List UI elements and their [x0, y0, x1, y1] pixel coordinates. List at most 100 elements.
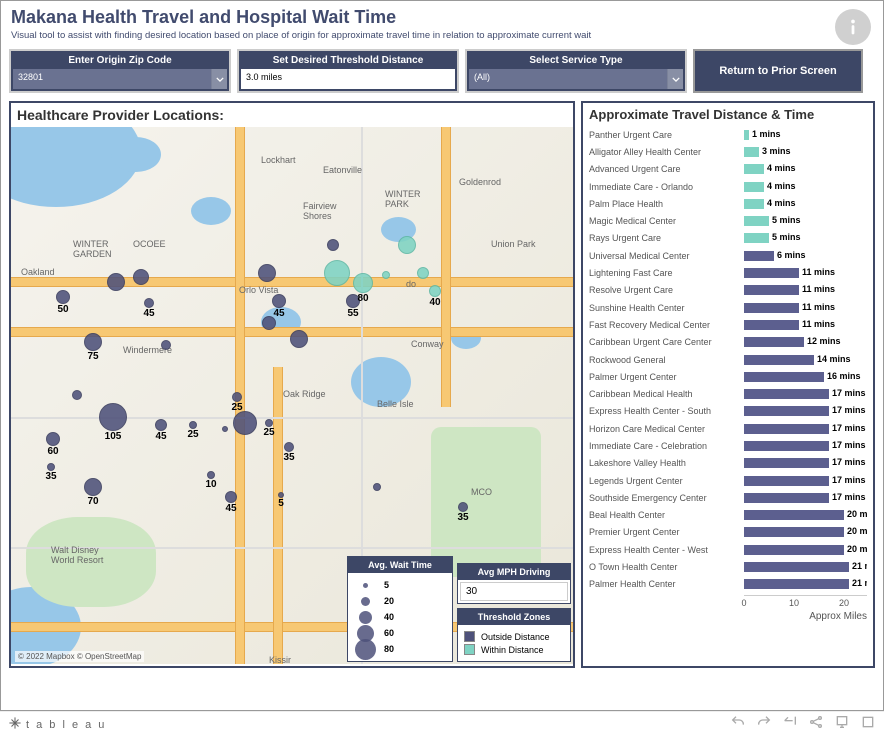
map-bubble[interactable] [155, 419, 167, 431]
bar-row[interactable]: Caribbean Urgent Care Center12 mins [589, 334, 867, 351]
map-bubble[interactable] [144, 298, 154, 308]
map-bubble[interactable] [84, 333, 102, 351]
map-bubble[interactable] [258, 264, 276, 282]
fullscreen-icon[interactable] [860, 714, 876, 735]
map-bubble[interactable] [262, 316, 276, 330]
zone-within-label: Within Distance [481, 645, 544, 655]
map-bubble[interactable] [56, 290, 70, 304]
bar-row[interactable]: O Town Health Center21 mins [589, 558, 867, 575]
map-bubble[interactable] [189, 421, 197, 429]
map-bubble[interactable] [222, 426, 228, 432]
bar-fill [744, 251, 774, 261]
map-bubble[interactable] [353, 273, 373, 293]
bar-row[interactable]: Beal Health Center20 mins [589, 507, 867, 524]
service-dropdown[interactable]: (All) [469, 69, 683, 89]
bar-row[interactable]: Alligator Alley Health Center3 mins [589, 143, 867, 160]
map-bubble[interactable] [327, 239, 339, 251]
bar-row[interactable]: Rays Urgent Care5 mins [589, 230, 867, 247]
undo-icon[interactable] [730, 714, 746, 735]
bar-row[interactable]: Resolve Urgent Care11 mins [589, 282, 867, 299]
bar-row[interactable]: Palm Place Health 4 mins [589, 195, 867, 212]
bar-row[interactable]: Palmer Urgent Center16 mins [589, 368, 867, 385]
bar-row[interactable]: Magic Medical Center5 mins [589, 212, 867, 229]
map-bubble[interactable] [382, 271, 390, 279]
bar-row[interactable]: Immediate Care - Celebration17 mins [589, 437, 867, 454]
bar-row[interactable]: Rockwood General14 mins [589, 351, 867, 368]
bar-name: Sunshine Health Center [589, 303, 744, 313]
bar-row[interactable]: Caribbean Medical Health17 mins [589, 385, 867, 402]
map-bubble-label: 45 [143, 308, 154, 319]
map-bubble[interactable] [99, 403, 127, 431]
map-bubble[interactable] [232, 392, 242, 402]
bar-row[interactable]: Sunshine Health Center11 mins [589, 299, 867, 316]
bar-value-label: 4 mins [767, 198, 796, 208]
bar-fill [744, 164, 764, 174]
map-bubble[interactable] [417, 267, 429, 279]
map-bubble[interactable] [133, 269, 149, 285]
bar-row[interactable]: Panther Urgent Care1 mins [589, 126, 867, 143]
zones-box: Threshold Zones Outside Distance Within … [457, 608, 571, 662]
zip-dropdown[interactable]: 32801 [13, 69, 227, 89]
bar-fill [744, 320, 799, 330]
map-canvas[interactable]: © 2022 Mapbox © OpenStreetMap Avg. Wait … [11, 127, 573, 664]
map-bubble[interactable] [107, 273, 125, 291]
threshold-value: 3.0 miles [241, 69, 455, 89]
bar-row[interactable]: Lightening Fast Care11 mins [589, 264, 867, 281]
map-bubble[interactable] [265, 419, 273, 427]
threshold-control: Set Desired Threshold Distance 3.0 miles [237, 49, 459, 93]
map-bubble[interactable] [161, 340, 171, 350]
legend-value: 20 [384, 596, 394, 606]
bar-fill [744, 303, 799, 313]
mph-input[interactable]: 30 [460, 582, 568, 601]
revert-icon[interactable] [782, 714, 798, 735]
map-bubble[interactable] [272, 294, 286, 308]
map-place-label: Kissir [269, 655, 291, 664]
map-bubble[interactable] [233, 411, 257, 435]
map-bubble[interactable] [225, 491, 237, 503]
map-bubble[interactable] [47, 463, 55, 471]
zone-outside[interactable]: Outside Distance [464, 631, 564, 642]
bar-row[interactable]: Lakeshore Valley Health17 mins [589, 455, 867, 472]
bar-row[interactable]: Legends Urgent Center17 mins [589, 472, 867, 489]
map-bubble[interactable] [324, 260, 350, 286]
map-place-label: Eatonville [323, 165, 362, 175]
bar-name: Universal Medical Center [589, 251, 744, 261]
bar-chart-cell: 1 mins [744, 129, 867, 141]
bar-name: Palm Place Health [589, 199, 744, 209]
bar-chart-cell: 20 mins [744, 526, 867, 538]
threshold-input[interactable]: 3.0 miles [241, 69, 455, 89]
map-bubble[interactable] [458, 502, 468, 512]
share-icon[interactable] [808, 714, 824, 735]
bar-row[interactable]: Horizon Care Medical Center17 mins [589, 420, 867, 437]
info-icon[interactable] [835, 9, 871, 45]
map-bubble[interactable] [72, 390, 82, 400]
zone-within[interactable]: Within Distance [464, 644, 564, 655]
bar-value-label: 20 mins [847, 509, 867, 519]
wait-legend: Avg. Wait Time 520406080 [347, 556, 453, 662]
bar-fill [744, 510, 844, 520]
bar-row[interactable]: Express Health Center - South17 mins [589, 403, 867, 420]
map-bubble[interactable] [290, 330, 308, 348]
download-icon[interactable] [834, 714, 850, 735]
map-bubble[interactable] [46, 432, 60, 446]
bar-row[interactable]: Advanced Urgent Care4 mins [589, 161, 867, 178]
return-button[interactable]: Return to Prior Screen [693, 49, 863, 93]
map-bubble[interactable] [84, 478, 102, 496]
bar-value-label: 17 mins [832, 475, 866, 485]
redo-icon[interactable] [756, 714, 772, 735]
bar-row[interactable]: Southside Emergency Center17 mins [589, 489, 867, 506]
map-bubble[interactable] [284, 442, 294, 452]
bar-row[interactable]: Premier Urgent Center20 mins [589, 524, 867, 541]
map-bubble-label: 45 [155, 431, 166, 442]
bar-row[interactable]: Immediate Care - Orlando4 mins [589, 178, 867, 195]
map-bubble[interactable] [398, 236, 416, 254]
map-place-label: Orlo Vista [239, 285, 278, 295]
bar-row[interactable]: Universal Medical Center6 mins [589, 247, 867, 264]
map-bubble[interactable] [373, 483, 381, 491]
bar-row[interactable]: Fast Recovery Medical Center11 mins [589, 316, 867, 333]
bar-row[interactable]: Palmer Health Center21 mins [589, 576, 867, 593]
map-bubble[interactable] [207, 471, 215, 479]
map-bubble[interactable] [429, 285, 441, 297]
bar-row[interactable]: Express Health Center - West20 mins [589, 541, 867, 558]
tableau-logo[interactable]: t a b l e a u [8, 716, 106, 733]
